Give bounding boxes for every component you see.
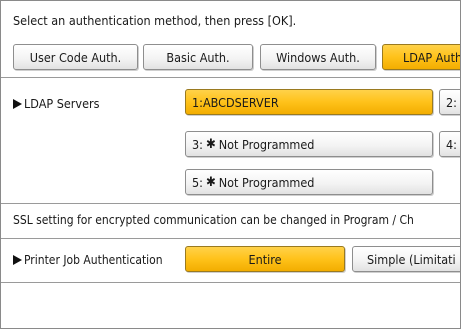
ssl-setting-note: SSL setting for encrypted communication … (13, 213, 414, 227)
ldap-server-1-button[interactable]: 1: ABCDSERVER (185, 89, 433, 115)
not-programmed-star-icon: ✱ (205, 174, 216, 190)
instruction-text: Select an authentication method, then pr… (13, 13, 297, 28)
not-programmed-star-icon: ✱ (205, 136, 216, 152)
printer-job-auth-label: Printer Job Authentication (13, 253, 163, 267)
printer-job-auth-text: Printer Job Authentication (24, 253, 163, 267)
triangle-pointer-icon (13, 255, 22, 265)
ldap-server-2-button[interactable]: 2: (439, 89, 460, 115)
ldap-auth-button[interactable]: LDAP Auth (382, 44, 461, 70)
ldap-server-2-number: 2 (446, 94, 454, 110)
windows-auth-label: Windows Auth. (276, 49, 360, 65)
divider-middle (1, 203, 460, 204)
user-code-auth-button[interactable]: User Code Auth. (13, 44, 138, 70)
triangle-pointer-icon (13, 98, 22, 109)
ldap-server-3-number: 3 (192, 136, 200, 152)
windows-auth-button[interactable]: Windows Auth. (260, 44, 376, 70)
ldap-servers-label: LDAP Servers (13, 96, 99, 111)
ldap-server-1-name: ABCDSERVER (202, 94, 279, 110)
basic-auth-label: Basic Auth. (166, 49, 230, 65)
divider-top (1, 77, 460, 78)
ldap-server-5-name: Not Programmed (218, 174, 315, 190)
ldap-server-4-button[interactable]: 4: (439, 131, 460, 157)
ldap-server-4-separator: : (453, 136, 457, 152)
basic-auth-button[interactable]: Basic Auth. (143, 44, 253, 70)
divider-lower (1, 238, 460, 239)
ldap-server-5-number: 5 (192, 174, 200, 190)
ldap-auth-label: LDAP Auth (403, 49, 461, 65)
ldap-server-4-number: 4 (446, 136, 454, 152)
ldap-server-2-separator: : (453, 94, 457, 110)
divider-bottom (1, 282, 460, 283)
ldap-server-3-button[interactable]: 3: ✱ Not Programmed (185, 131, 433, 157)
ldap-servers-text: LDAP Servers (24, 96, 100, 111)
entire-option-button[interactable]: Entire (185, 246, 345, 272)
simple-limitation-option-button[interactable]: Simple (Limitati (352, 246, 460, 272)
ldap-server-3-name: Not Programmed (218, 136, 315, 152)
entire-option-label: Entire (248, 251, 282, 267)
user-code-auth-label: User Code Auth. (29, 49, 122, 65)
ldap-server-5-separator: : (199, 174, 203, 190)
ldap-auth-settings-screen: Select an authentication method, then pr… (0, 0, 461, 329)
simple-limitation-option-label: Simple (Limitati (367, 251, 456, 267)
ldap-server-5-button[interactable]: 5: ✱ Not Programmed (185, 169, 433, 195)
ldap-server-3-separator: : (199, 136, 203, 152)
ldap-server-1-number: 1 (192, 94, 200, 110)
